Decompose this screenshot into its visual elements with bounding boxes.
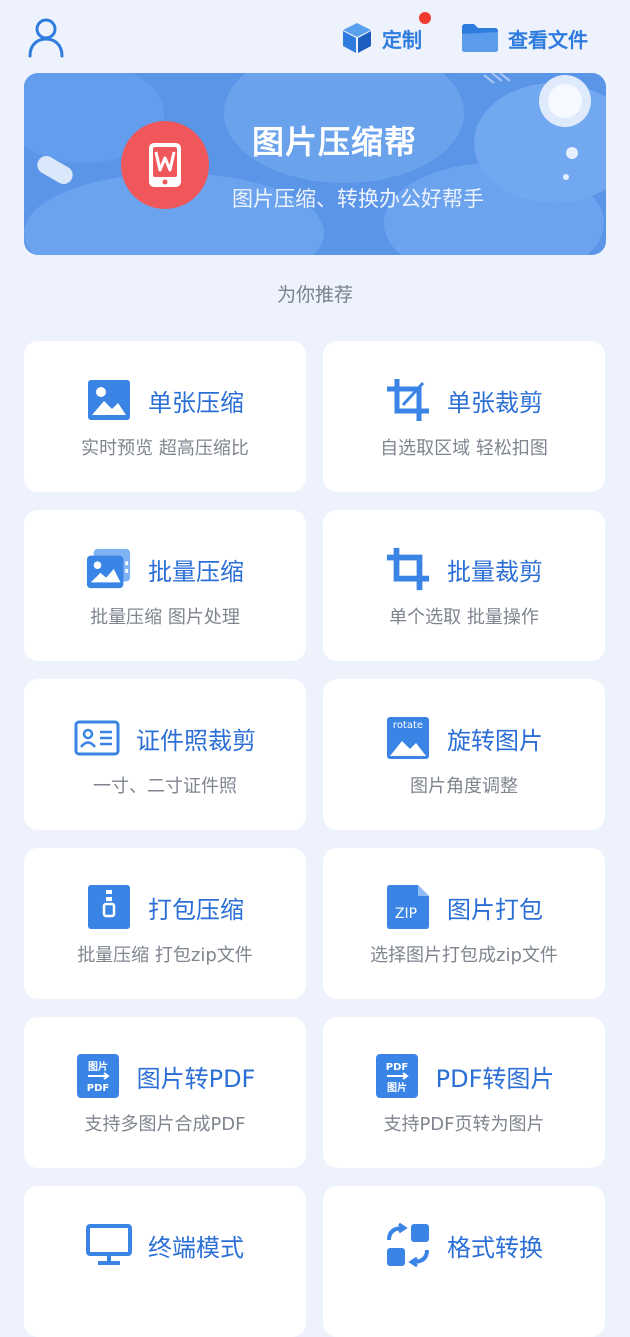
tool-card-batch-compress[interactable]: 批量压缩 批量压缩 图片处理 — [24, 510, 306, 661]
cube-icon — [343, 23, 371, 53]
notification-dot — [419, 12, 431, 24]
images-stack-icon — [86, 546, 132, 592]
tool-card-image-to-pdf[interactable]: 图片 PDF 图片转PDF 支持多图片合成PDF — [24, 1017, 306, 1168]
tool-title: 格式转换 — [447, 1233, 543, 1262]
tool-card-id-photo-crop[interactable]: 证件照裁剪 一寸、二寸证件照 — [24, 679, 306, 830]
user-icon — [28, 18, 64, 58]
phone-w-logo-icon — [149, 143, 181, 187]
tool-title: 旋转图片 — [447, 726, 543, 755]
custom-button[interactable]: 定制 — [340, 12, 431, 58]
tool-title: 证件照裁剪 — [136, 726, 256, 755]
tool-title: 批量裁剪 — [447, 557, 543, 586]
tool-title: 打包压缩 — [148, 895, 244, 924]
tool-card-rotate-image[interactable]: rotate 旋转图片 图片角度调整 — [323, 679, 605, 830]
rotate-image-icon: rotate — [385, 715, 431, 761]
user-profile-button[interactable] — [26, 16, 66, 58]
view-files-button[interactable]: 查看文件 — [460, 18, 588, 58]
pdf-to-image-icon: PDF 图片 — [374, 1053, 420, 1099]
tool-title: 终端模式 — [148, 1233, 244, 1262]
crop-icon — [385, 377, 431, 423]
tool-card-terminal-mode[interactable]: 终端模式 — [24, 1186, 306, 1337]
tool-subtitle: 批量压缩 打包zip文件 — [77, 945, 253, 966]
tool-title: PDF转图片 — [435, 1064, 555, 1093]
custom-label: 定制 — [382, 27, 422, 52]
app-title: 图片压缩帮 — [252, 123, 418, 161]
tool-subtitle: 自选取区域 轻松扣图 — [380, 438, 548, 459]
batch-crop-icon — [385, 546, 431, 592]
tool-card-image-pack[interactable]: ZIP 图片打包 选择图片打包成zip文件 — [323, 848, 605, 999]
format-convert-icon — [385, 1222, 431, 1268]
tool-subtitle: 支持PDF页转为图片 — [383, 1114, 545, 1135]
image-to-pdf-text-bottom: PDF — [86, 1083, 108, 1094]
monitor-icon — [86, 1222, 132, 1268]
tool-subtitle: 批量压缩 图片处理 — [90, 607, 240, 628]
zip-icon-text: ZIP — [395, 906, 417, 922]
folder-icon — [462, 24, 498, 52]
tool-card-single-compress[interactable]: 单张压缩 实时预览 超高压缩比 — [24, 341, 306, 492]
tool-title: 图片打包 — [447, 895, 543, 924]
tool-subtitle: 图片角度调整 — [410, 776, 518, 797]
banner-cloud-decoration — [24, 73, 606, 255]
zip-file-icon: ZIP — [385, 884, 431, 930]
image-icon — [86, 377, 132, 423]
tool-card-single-crop[interactable]: 单张裁剪 自选取区域 轻松扣图 — [323, 341, 605, 492]
id-card-icon — [74, 715, 120, 761]
top-bar: 定制 查看文件 — [0, 0, 630, 74]
tool-subtitle: 实时预览 超高压缩比 — [81, 438, 249, 459]
zip-archive-icon — [86, 884, 132, 930]
tool-card-pack-compress[interactable]: 打包压缩 批量压缩 打包zip文件 — [24, 848, 306, 999]
tool-card-format-convert[interactable]: 格式转换 — [323, 1186, 605, 1337]
tool-title: 单张压缩 — [148, 388, 244, 417]
section-title: 为你推荐 — [276, 284, 353, 306]
tool-subtitle: 单个选取 批量操作 — [389, 607, 539, 628]
tool-title: 批量压缩 — [148, 557, 244, 586]
pdf-to-image-text-bottom: 图片 — [387, 1081, 407, 1094]
app-slogan: 图片压缩、转换办公好帮手 — [232, 187, 484, 211]
tool-card-pdf-to-image[interactable]: PDF 图片 PDF转图片 支持PDF页转为图片 — [323, 1017, 605, 1168]
tool-title: 图片转PDF — [136, 1064, 256, 1093]
image-to-pdf-icon: 图片 PDF — [75, 1053, 121, 1099]
tool-card-batch-crop[interactable]: 批量裁剪 单个选取 批量操作 — [323, 510, 605, 661]
tool-subtitle: 一寸、二寸证件照 — [93, 776, 237, 797]
image-to-pdf-text-top: 图片 — [88, 1060, 108, 1073]
app-banner[interactable]: 图片压缩帮 图片压缩、转换办公好帮手 — [24, 73, 606, 255]
rotate-icon-text: rotate — [393, 720, 423, 731]
app-logo — [121, 121, 209, 209]
tool-title: 单张裁剪 — [447, 388, 543, 417]
files-label: 查看文件 — [508, 27, 588, 52]
tool-subtitle: 选择图片打包成zip文件 — [370, 945, 558, 966]
tool-subtitle: 支持多图片合成PDF — [84, 1114, 246, 1135]
pdf-to-image-text-top: PDF — [385, 1062, 407, 1073]
